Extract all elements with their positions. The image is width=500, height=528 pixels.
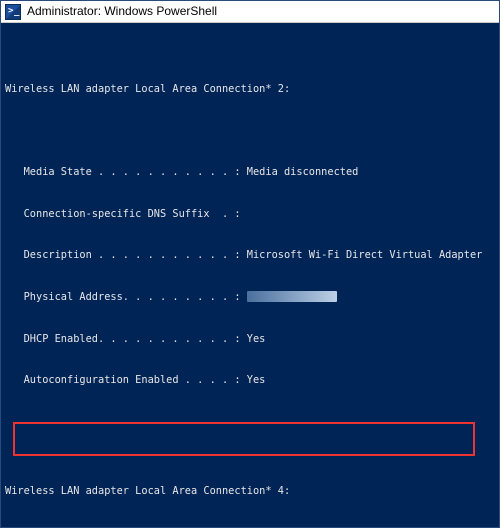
section-header: Wireless LAN adapter Local Area Connecti… [5, 83, 495, 97]
titlebar[interactable]: Administrator: Windows PowerShell [1, 1, 499, 23]
highlight-annotation [13, 422, 475, 456]
dhcp-enabled: DHCP Enabled. . . . . . . . . . . : Yes [5, 333, 495, 347]
window-title: Administrator: Windows PowerShell [27, 3, 217, 19]
autoconfig-enabled: Autoconfiguration Enabled . . . . : Yes [5, 374, 495, 388]
dns-suffix: Connection-specific DNS Suffix . : [5, 208, 495, 222]
terminal-output[interactable]: Wireless LAN adapter Local Area Connecti… [1, 23, 499, 527]
description: Description . . . . . . . . . . . : Micr… [5, 249, 495, 263]
media-state: Media State . . . . . . . . . . . : Medi… [5, 166, 495, 180]
powershell-window: Administrator: Windows PowerShell Wirele… [0, 0, 500, 528]
redacted-value [247, 291, 337, 302]
powershell-icon [5, 4, 21, 20]
physical-address: Physical Address. . . . . . . . . : [5, 291, 495, 305]
section-header: Wireless LAN adapter Local Area Connecti… [5, 485, 495, 499]
